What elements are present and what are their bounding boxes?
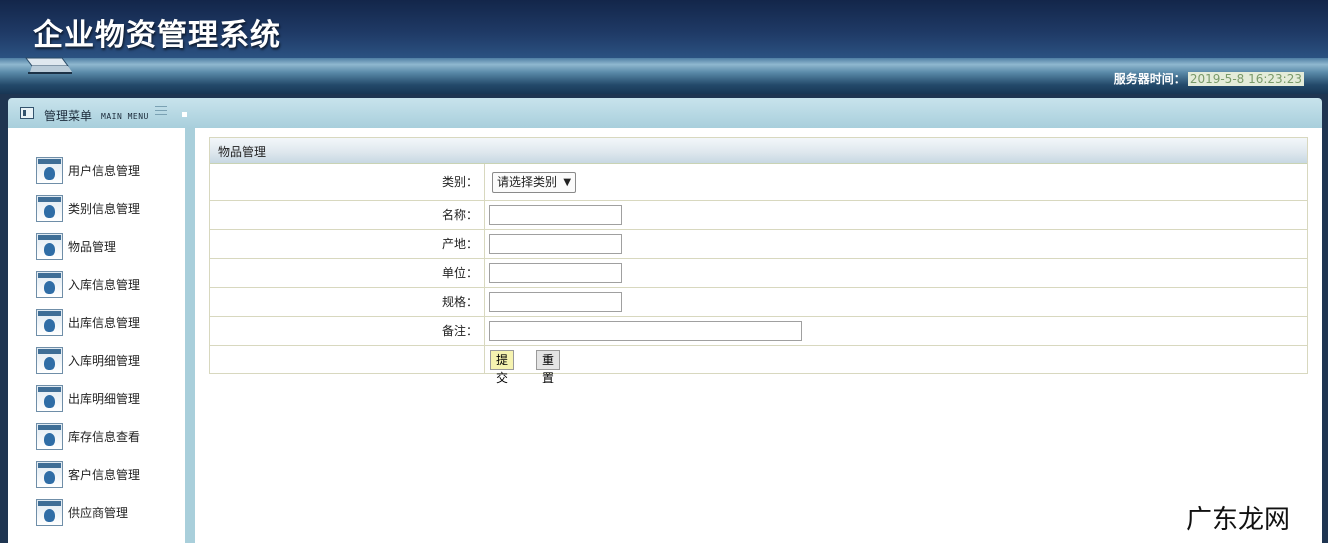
sidebar-item-label: 类别信息管理 bbox=[68, 201, 141, 216]
origin-label: 产地： bbox=[210, 230, 485, 258]
unit-input[interactable] bbox=[489, 263, 622, 283]
watermark: 广东龙网 bbox=[1185, 505, 1290, 535]
sidebar-item-goods[interactable]: 物品管理 bbox=[36, 230, 186, 262]
goods-form-panel: 物品管理 类别： 请选择类别 ▼ 名称： 产地： 单位： 规格： 备注： 提交 … bbox=[209, 137, 1308, 385]
menu-title: 管理菜单 bbox=[44, 109, 93, 123]
user-icon bbox=[36, 422, 63, 450]
menu-icon bbox=[20, 107, 34, 119]
form-row-actions: 提交 重置 bbox=[210, 345, 1307, 385]
form-row-origin: 产地： bbox=[210, 229, 1307, 258]
sidebar-item-inventory[interactable]: 库存信息查看 bbox=[36, 420, 186, 452]
submit-button[interactable]: 提交 bbox=[490, 350, 515, 385]
monitor-icon bbox=[25, 57, 72, 74]
category-selected-value: 请选择类别 bbox=[497, 175, 558, 189]
main-menu-bar: 管理菜单 MAIN MENU bbox=[8, 98, 1322, 128]
category-select[interactable]: 请选择类别 ▼ bbox=[492, 172, 577, 193]
sidebar-item-label: 出库信息管理 bbox=[68, 315, 141, 330]
menu-subtitle: MAIN MENU bbox=[101, 112, 149, 121]
user-icon bbox=[36, 384, 63, 412]
form-row-name: 名称： bbox=[210, 200, 1307, 229]
user-icon bbox=[36, 498, 63, 526]
origin-input[interactable] bbox=[489, 234, 622, 254]
sidebar-item-customer[interactable]: 客户信息管理 bbox=[36, 458, 186, 490]
reset-button[interactable]: 重置 bbox=[536, 350, 561, 385]
unit-label: 单位： bbox=[210, 259, 485, 287]
sidebar-item-label: 入库信息管理 bbox=[68, 277, 141, 292]
sidebar-item-category-info[interactable]: 类别信息管理 bbox=[36, 192, 186, 224]
chevron-down-icon: ▼ bbox=[563, 177, 572, 188]
sidebar-item-label: 供应商管理 bbox=[68, 505, 129, 520]
spec-label: 规格： bbox=[210, 288, 485, 316]
menu-dot-icon bbox=[182, 112, 187, 117]
server-time-value: 2019-5-8 16:23:23 bbox=[1187, 72, 1304, 86]
remark-label: 备注： bbox=[210, 317, 485, 345]
sidebar-item-label: 物品管理 bbox=[68, 239, 117, 254]
sidebar-item-label: 客户信息管理 bbox=[68, 467, 141, 482]
app-header: 企业物资管理系统 bbox=[0, 0, 1328, 60]
user-icon bbox=[36, 308, 63, 336]
spec-input[interactable] bbox=[489, 292, 622, 312]
actions-label-cell bbox=[210, 346, 485, 374]
sidebar-item-label: 入库明细管理 bbox=[68, 353, 141, 368]
sidebar-item-user-info[interactable]: 用户信息管理 bbox=[36, 154, 186, 186]
sidebar-item-supplier[interactable]: 供应商管理 bbox=[36, 496, 186, 528]
form-row-spec: 规格： bbox=[210, 287, 1307, 316]
sidebar: 用户信息管理 类别信息管理 物品管理 入库信息管理 出库信息管理 入库明细管理 … bbox=[8, 128, 185, 543]
sidebar-item-label: 出库明细管理 bbox=[68, 391, 141, 406]
form-row-remark: 备注： bbox=[210, 316, 1307, 345]
menu-toggle-icon[interactable] bbox=[155, 106, 167, 118]
user-icon bbox=[36, 156, 63, 184]
sidebar-item-label: 库存信息查看 bbox=[68, 429, 141, 444]
sidebar-item-stock-in-detail[interactable]: 入库明细管理 bbox=[36, 344, 186, 376]
app-title: 企业物资管理系统 bbox=[33, 18, 281, 53]
server-time: 服务器时间： 2019-5-8 16:23:23 bbox=[1114, 70, 1304, 87]
name-input[interactable] bbox=[489, 205, 622, 225]
sidebar-item-stock-out-detail[interactable]: 出库明细管理 bbox=[36, 382, 186, 414]
sidebar-item-stock-in[interactable]: 入库信息管理 bbox=[36, 268, 186, 300]
sidebar-item-stock-out[interactable]: 出库信息管理 bbox=[36, 306, 186, 338]
form-row-category: 类别： 请选择类别 ▼ bbox=[210, 164, 1307, 200]
remark-input[interactable] bbox=[489, 321, 802, 341]
user-icon bbox=[36, 194, 63, 222]
user-icon bbox=[36, 460, 63, 488]
user-icon bbox=[36, 270, 63, 298]
user-icon bbox=[36, 232, 63, 260]
form-row-unit: 单位： bbox=[210, 258, 1307, 287]
sidebar-item-label: 用户信息管理 bbox=[68, 163, 141, 178]
server-time-label: 服务器时间： bbox=[1113, 72, 1186, 86]
category-label: 类别： bbox=[210, 164, 485, 200]
user-icon bbox=[36, 346, 63, 374]
panel-title: 物品管理 bbox=[210, 138, 1307, 164]
name-label: 名称： bbox=[210, 201, 485, 229]
